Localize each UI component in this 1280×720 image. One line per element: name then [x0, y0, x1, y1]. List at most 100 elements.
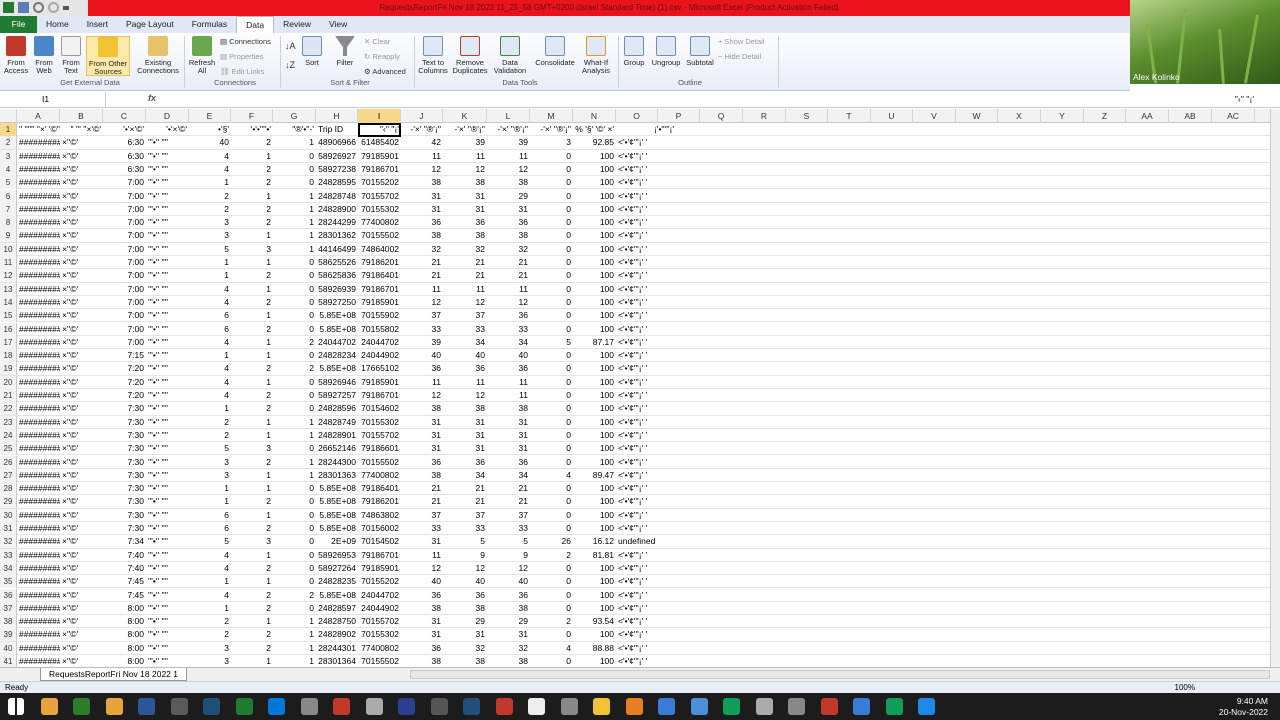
- cell-n[interactable]: 100: [573, 429, 616, 442]
- column-header-d[interactable]: D: [146, 109, 189, 123]
- column-header-g[interactable]: G: [273, 109, 316, 123]
- cell-a[interactable]: #########: [17, 429, 60, 442]
- formula-input[interactable]: "‹'' ''¡': [1235, 94, 1254, 104]
- cell-d[interactable]: '''•'' '''': [146, 269, 189, 282]
- cell-g[interactable]: 0: [273, 402, 316, 415]
- cell-n[interactable]: 87.17: [573, 336, 616, 349]
- cell-m[interactable]: 0: [530, 163, 573, 176]
- row-number[interactable]: 16: [0, 322, 17, 336]
- cell-m[interactable]: 0: [530, 349, 573, 362]
- cell-m[interactable]: 4: [530, 469, 573, 482]
- cell-b[interactable]: ×''©': [60, 376, 103, 389]
- cell-g[interactable]: 0: [273, 376, 316, 389]
- name-box[interactable]: I1: [0, 92, 106, 107]
- row-number[interactable]: 3: [0, 149, 17, 163]
- cell-o[interactable]: <'•'¢'''¡' ': [616, 203, 676, 216]
- cell-h[interactable]: 24828235: [316, 575, 358, 588]
- cell-k[interactable]: 9: [443, 549, 487, 562]
- cell-f[interactable]: 3: [231, 442, 273, 455]
- cell-a[interactable]: #########: [17, 575, 60, 588]
- cell-m[interactable]: 0: [530, 628, 573, 641]
- row-number[interactable]: 15: [0, 309, 17, 323]
- cell-h[interactable]: 24828902: [316, 628, 358, 641]
- cell-b[interactable]: ×''©': [60, 190, 103, 203]
- cell-d[interactable]: '''•'' '''': [146, 535, 189, 548]
- cell-g[interactable]: 0: [273, 296, 316, 309]
- cell-b[interactable]: ×''©': [60, 469, 103, 482]
- cell-j[interactable]: 12: [401, 163, 443, 176]
- cell-a[interactable]: #########: [17, 243, 60, 256]
- cell-g[interactable]: ''®'•''-': [273, 123, 316, 136]
- cell-i[interactable]: 24044902: [358, 349, 401, 362]
- cell-d[interactable]: '''•'' '''': [146, 216, 189, 229]
- cell-d[interactable]: '''•'' '''': [146, 416, 189, 429]
- cell-l[interactable]: 31: [487, 203, 530, 216]
- cell-n[interactable]: 100: [573, 509, 616, 522]
- notepad-icon[interactable]: [105, 698, 123, 715]
- cell-m[interactable]: 0: [530, 389, 573, 402]
- cell-n[interactable]: 100: [573, 442, 616, 455]
- cell-n[interactable]: 100: [573, 522, 616, 535]
- cell-f[interactable]: 1: [231, 482, 273, 495]
- app-icon[interactable]: [755, 698, 773, 715]
- cell-l[interactable]: 11: [487, 389, 530, 402]
- cell-i[interactable]: 70156002: [358, 522, 401, 535]
- cell-o[interactable]: <'•'¢'''¡' ': [616, 495, 676, 508]
- cell-m[interactable]: 0: [530, 416, 573, 429]
- consolidate-button[interactable]: Consolidate: [533, 36, 577, 67]
- cell-f[interactable]: 2: [231, 522, 273, 535]
- cell-e[interactable]: 1: [189, 269, 231, 282]
- cell-f[interactable]: 1: [231, 309, 273, 322]
- cell-o[interactable]: <'•'¢'''¡' ': [616, 163, 676, 176]
- cell-e[interactable]: 2: [189, 615, 231, 628]
- row-number[interactable]: 9: [0, 229, 17, 243]
- cell-f[interactable]: 1: [231, 336, 273, 349]
- reapply-button[interactable]: ↻ Reapply: [364, 52, 400, 61]
- clear-filter-button[interactable]: ✕ Clear: [364, 37, 390, 46]
- cell-m[interactable]: 0: [530, 176, 573, 189]
- cell-k[interactable]: 11: [443, 376, 487, 389]
- cell-m[interactable]: 0: [530, 283, 573, 296]
- row-number[interactable]: 18: [0, 349, 17, 363]
- cell-c[interactable]: 7:20: [103, 362, 146, 375]
- cell-o[interactable]: <'•'¢'''¡' ': [616, 509, 676, 522]
- column-header-i[interactable]: I: [358, 109, 401, 123]
- cell-a[interactable]: #########: [17, 482, 60, 495]
- cell-i[interactable]: 70155302: [358, 416, 401, 429]
- cell-g[interactable]: 0: [273, 495, 316, 508]
- cell-e[interactable]: 1: [189, 575, 231, 588]
- cell-b[interactable]: ×''©': [60, 402, 103, 415]
- cell-f[interactable]: 1: [231, 376, 273, 389]
- cell-h[interactable]: 5.85E+08: [316, 362, 358, 375]
- cell-f[interactable]: 2: [231, 269, 273, 282]
- cell-i[interactable]: 70155902: [358, 309, 401, 322]
- row-number[interactable]: 28: [0, 482, 17, 496]
- cell-o[interactable]: <'•'¢'''¡' ': [616, 283, 676, 296]
- cell-o[interactable]: <'•'¢'''¡' ': [616, 323, 676, 336]
- cell-m[interactable]: 0: [530, 376, 573, 389]
- cell-g[interactable]: 0: [273, 150, 316, 163]
- existing-connections-button[interactable]: Existing Connections: [136, 36, 180, 75]
- cell-k[interactable]: 36: [443, 456, 487, 469]
- cell-c[interactable]: 7:00: [103, 229, 146, 242]
- cell-j[interactable]: 31: [401, 442, 443, 455]
- cell-a[interactable]: #########: [17, 589, 60, 602]
- from-access-button[interactable]: From Access: [3, 36, 29, 75]
- cell-e[interactable]: 4: [189, 549, 231, 562]
- cell-l[interactable]: 11: [487, 150, 530, 163]
- cell-f[interactable]: 1: [231, 283, 273, 296]
- cell-b[interactable]: ×''©': [60, 442, 103, 455]
- cell-h[interactable]: 58625526: [316, 256, 358, 269]
- cell-b[interactable]: ×''©': [60, 136, 103, 149]
- cell-o[interactable]: undefined: [616, 535, 676, 548]
- cell-l[interactable]: 31: [487, 442, 530, 455]
- cell-f[interactable]: 3: [231, 535, 273, 548]
- cell-h[interactable]: 28301363: [316, 469, 358, 482]
- cell-f[interactable]: 2: [231, 136, 273, 149]
- cell-c[interactable]: 7:30: [103, 402, 146, 415]
- cell-d[interactable]: '''•'' '''': [146, 602, 189, 615]
- zoom-icon[interactable]: [918, 698, 935, 715]
- cell-k[interactable]: 33: [443, 522, 487, 535]
- cell-h[interactable]: 2E+09: [316, 535, 358, 548]
- tab-view[interactable]: View: [320, 16, 356, 33]
